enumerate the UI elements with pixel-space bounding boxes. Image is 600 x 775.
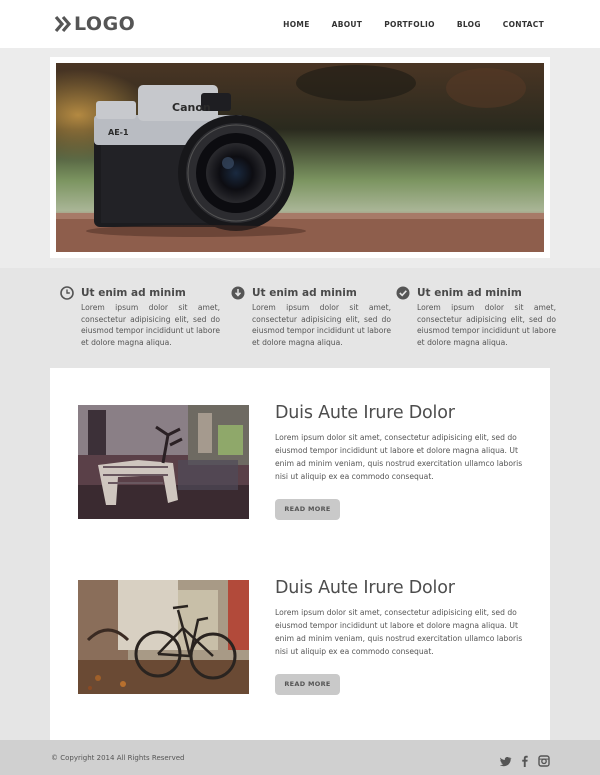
feature-title: Ut enim ad minim [252,287,357,299]
clock-icon [60,286,74,300]
nav-blog[interactable]: BLOG [457,19,481,31]
post-title[interactable]: Duis Aute Irure Dolor [275,576,523,600]
hero-image-frame: Canon AE-1 [50,57,550,258]
feature-text: Lorem ipsum dolor sit amet, consectetur … [252,303,391,347]
feature-title: Ut enim ad minim [81,287,186,299]
download-icon [231,286,245,300]
read-more-button[interactable]: READ MORE [275,674,340,695]
logo-text: LOGO [74,13,136,35]
bicycle-photo[interactable] [78,580,249,694]
facebook-icon[interactable] [519,752,531,767]
features-section: Ut enim ad minim Lorem ipsum dolor sit a… [0,268,600,368]
post-excerpt: Lorem ipsum dolor sit amet, consectetur … [275,608,523,656]
feature-item: Ut enim ad minim Lorem ipsum dolor sit a… [396,284,556,348]
blog-post: Duis Aute Irure Dolor Lorem ipsum dolor … [78,578,528,695]
main-content: Duis Aute Irure Dolor Lorem ipsum dolor … [50,368,550,740]
feature-text: Lorem ipsum dolor sit amet, consectetur … [417,303,556,347]
twitter-icon[interactable] [499,752,512,767]
feature-item: Ut enim ad minim Lorem ipsum dolor sit a… [231,284,391,348]
moose-sculpture-photo[interactable] [78,405,249,519]
nav-about[interactable]: ABOUT [332,19,363,31]
nav-contact[interactable]: CONTACT [503,19,544,31]
site-header: LOGO HOME ABOUT PORTFOLIO BLOG CONTACT [0,0,600,48]
copyright-text: © Copyright 2014 All Rights Reserved [51,754,185,762]
svg-text:AE-1: AE-1 [108,128,129,137]
post-body: Duis Aute Irure Dolor Lorem ipsum dolor … [275,401,523,483]
post-title[interactable]: Duis Aute Irure Dolor [275,401,523,425]
feature-item: Ut enim ad minim Lorem ipsum dolor sit a… [60,284,220,348]
nav-portfolio[interactable]: PORTFOLIO [384,19,435,31]
instagram-icon[interactable] [538,752,550,767]
social-links [493,752,550,767]
site-footer: © Copyright 2014 All Rights Reserved [0,740,600,775]
camera-photo: Canon AE-1 [56,63,544,252]
site-logo[interactable]: LOGO [54,12,135,36]
read-more-button[interactable]: READ MORE [275,499,340,520]
feature-text: Lorem ipsum dolor sit amet, consectetur … [81,303,220,347]
post-excerpt: Lorem ipsum dolor sit amet, consectetur … [275,433,523,481]
blog-post: Duis Aute Irure Dolor Lorem ipsum dolor … [78,403,528,520]
check-circle-icon [396,286,410,300]
feature-title: Ut enim ad minim [417,287,522,299]
svg-text:Canon: Canon [172,101,211,114]
post-body: Duis Aute Irure Dolor Lorem ipsum dolor … [275,576,523,658]
double-chevron-right-icon [54,15,72,33]
main-nav: HOME ABOUT PORTFOLIO BLOG CONTACT [261,19,544,31]
nav-home[interactable]: HOME [283,19,309,31]
